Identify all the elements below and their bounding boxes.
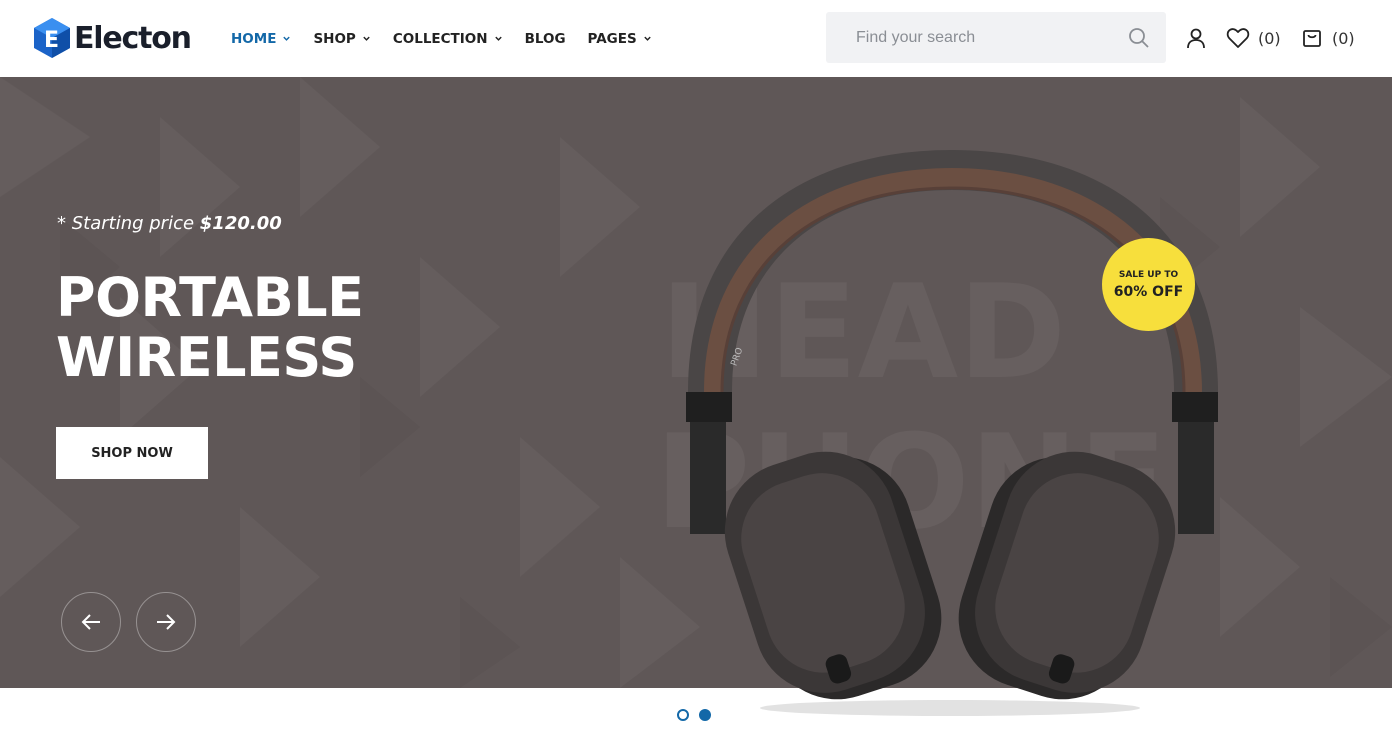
watermark-text-2: PHONE: [655, 406, 1167, 558]
wishlist-count[interactable]: (0): [1258, 29, 1281, 48]
nav-item-label: HOME: [231, 30, 277, 47]
watermark-text-1: HEAD: [660, 256, 1066, 408]
chevron-down-icon: [494, 36, 502, 41]
sale-badge-big-text: 60% OFF: [1113, 283, 1184, 300]
chevron-down-icon: [363, 36, 370, 41]
starting-price-value: $120.00: [199, 213, 282, 234]
starting-price-prefix: * Starting price: [57, 213, 200, 234]
slider-dot-1[interactable]: [677, 709, 689, 721]
chevron-down-icon: [283, 36, 291, 41]
headline-line-1: PORTABLE: [56, 266, 364, 329]
site-header: E Electon HOME SHOP COLLECTION BLOG PAGE…: [0, 0, 1392, 77]
chevron-down-icon: [643, 36, 651, 41]
hero-headline: PORTABLE WIRELESS: [56, 268, 364, 388]
main-nav: HOME SHOP COLLECTION BLOG PAGES: [231, 0, 674, 77]
next-slide-button[interactable]: [136, 592, 196, 652]
search-input[interactable]: [826, 12, 1116, 63]
sale-badge: SALE UP TO 60% OFF: [1102, 238, 1195, 331]
headline-line-2: WIRELESS: [56, 326, 357, 389]
shop-now-button[interactable]: SHOP NOW: [56, 427, 208, 479]
shopping-bag-icon[interactable]: [1302, 27, 1322, 48]
prev-slide-button[interactable]: [61, 592, 121, 652]
sale-badge-small-text: SALE UP TO: [1118, 269, 1179, 280]
logo-hexagon-icon: E: [34, 18, 70, 58]
search-icon[interactable]: [1128, 27, 1150, 49]
arrow-right-icon: [157, 614, 176, 630]
nav-item-shop[interactable]: SHOP: [313, 31, 370, 47]
nav-item-blog[interactable]: BLOG: [525, 31, 566, 47]
nav-item-pages[interactable]: PAGES: [588, 31, 652, 47]
nav-item-label: BLOG: [524, 30, 566, 47]
heart-icon[interactable]: [1226, 27, 1250, 49]
brand-name: Electon: [74, 20, 192, 56]
arrow-left-icon: [81, 614, 100, 630]
nav-item-label: PAGES: [587, 30, 637, 47]
nav-item-home[interactable]: HOME: [231, 31, 291, 47]
nav-item-label: COLLECTION: [392, 30, 488, 47]
slider-dot-2[interactable]: [699, 709, 711, 721]
nav-item-collection[interactable]: COLLECTION: [393, 31, 503, 47]
user-icon[interactable]: [1185, 27, 1207, 49]
cart-count[interactable]: (0): [1332, 29, 1355, 48]
logo[interactable]: E Electon: [32, 16, 192, 60]
nav-item-label: SHOP: [313, 30, 356, 47]
svg-text:E: E: [44, 28, 59, 53]
starting-price: * Starting price $120.00: [57, 213, 282, 234]
slider-pagination: [677, 709, 721, 721]
hero-slider: HEAD PHONE * Starting price $120.00 PORT…: [0, 77, 1392, 688]
search-box: [826, 12, 1166, 63]
